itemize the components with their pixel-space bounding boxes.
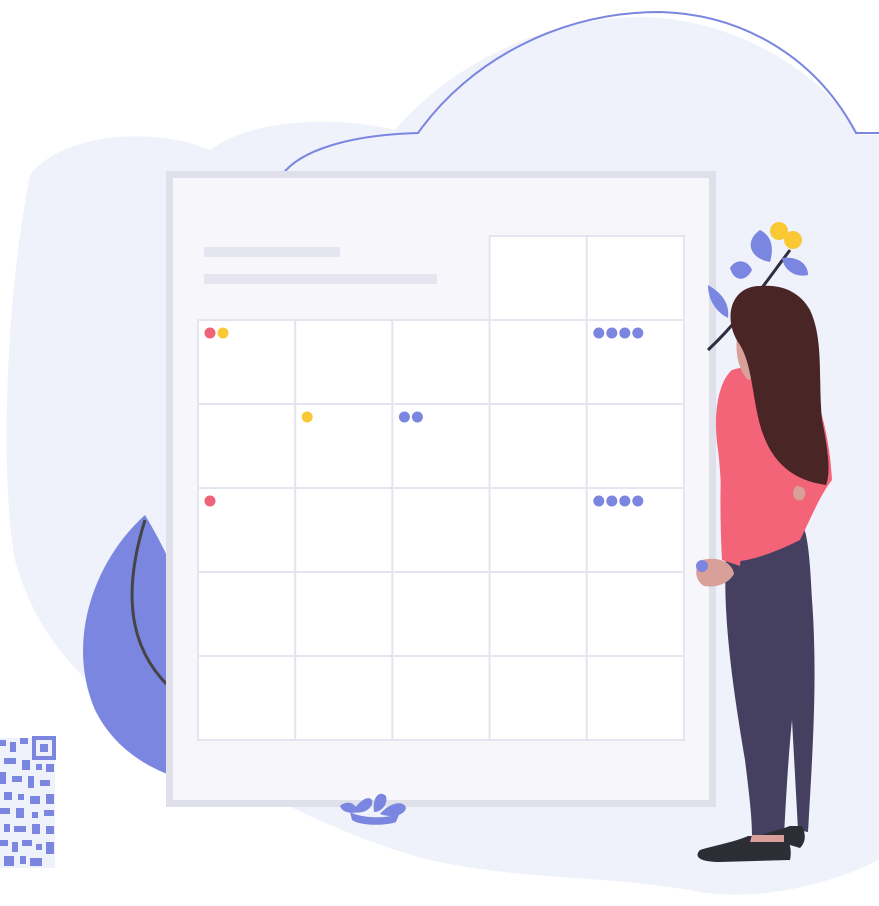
calendar-day-cell: [391, 571, 491, 657]
event-dot: [593, 495, 605, 507]
illustration-scene: [0, 0, 879, 906]
calendar-day-cell: [294, 319, 394, 405]
event-dot: [593, 327, 605, 339]
event-dot: [301, 411, 313, 423]
calendar-day-cell: [294, 571, 394, 657]
event-dot: [411, 411, 423, 423]
calendar-day-cell: [294, 655, 394, 741]
event-dot: [398, 411, 410, 423]
calendar-day-cell: [488, 487, 588, 573]
event-dot: [606, 495, 618, 507]
event-dot: [204, 327, 216, 339]
calendar-header-cell: [585, 235, 685, 321]
calendar-day-cell: [197, 655, 297, 741]
event-dot: [632, 327, 644, 339]
calendar-day-cell: [488, 571, 588, 657]
event-dot: [606, 327, 618, 339]
calendar-day-cell: [585, 403, 685, 489]
qr-code-icon: [0, 736, 56, 868]
subtitle-placeholder-bar: [204, 274, 437, 284]
event-dot: [619, 327, 631, 339]
calendar-day-cell: [391, 655, 491, 741]
calendar-day-cell: [294, 487, 394, 573]
calendar-illustration: [0, 10, 879, 895]
calendar-day-cell: [197, 403, 297, 489]
event-dot: [619, 495, 631, 507]
calendar-day-cell: [391, 487, 491, 573]
event-dot: [204, 495, 216, 507]
calendar-day-cell: [585, 571, 685, 657]
calendar-day-cell: [585, 655, 685, 741]
calendar-day-cell: [488, 403, 588, 489]
calendar-header-cell: [488, 235, 588, 321]
event-dot: [217, 327, 229, 339]
calendar-day-cell: [391, 319, 491, 405]
calendar-day-cell: [488, 655, 588, 741]
title-placeholder-bar: [204, 247, 340, 257]
event-dot: [632, 495, 644, 507]
calendar-day-cell: [197, 571, 297, 657]
calendar-day-cell: [488, 319, 588, 405]
